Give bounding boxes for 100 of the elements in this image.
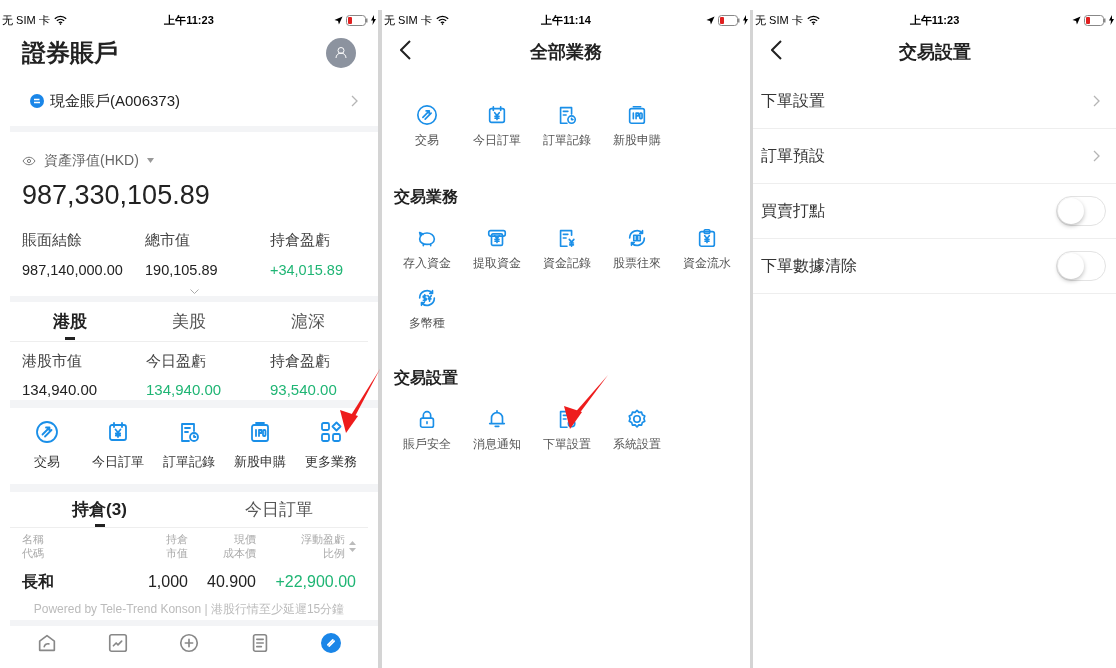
charging-bolt-icon (1109, 15, 1114, 25)
holdings-tab[interactable]: 持倉(3) (10, 492, 189, 527)
carrier-label: 无 SIM 卡 (2, 12, 50, 28)
summary-value: 93,540.00 (270, 379, 338, 400)
exchange-icon (35, 420, 60, 445)
asset-value: 987,330,105.89 (22, 179, 211, 212)
summary-label: 賬面結餘 (22, 230, 83, 250)
status-time: 上午11:14 (541, 12, 591, 28)
wifi-icon (53, 15, 67, 25)
settings-row[interactable]: 下單設置 (753, 74, 1116, 129)
market-tab[interactable]: 滬深 (248, 302, 368, 341)
market-tab[interactable]: 港股 (10, 302, 130, 341)
chevron-right-icon (1093, 95, 1100, 107)
feature-button[interactable]: 訂單記錄 (532, 104, 602, 150)
holdings-tab[interactable]: 今日訂單 (189, 492, 368, 527)
shortcut-button[interactable]: 新股申購 (224, 420, 296, 472)
section-title: 交易設置 (393, 367, 459, 388)
shortcut-button[interactable]: 訂單記錄 (153, 420, 225, 472)
wifi-icon (435, 15, 449, 25)
eye-icon (22, 155, 36, 166)
summary-label: 總市值 (145, 230, 191, 250)
back-icon (771, 40, 782, 60)
feature-button[interactable]: 提取資金 (462, 227, 532, 273)
battery-icon (346, 14, 368, 26)
battery-icon (1084, 14, 1106, 26)
document-box-icon (626, 104, 648, 126)
page-title: 全部業務 (530, 40, 602, 64)
summary-label: 持倉盈虧 (270, 230, 331, 250)
chevron-right-icon (1093, 150, 1100, 162)
back-icon (400, 40, 411, 60)
charging-bolt-icon (371, 15, 376, 25)
feature-button[interactable]: 消息通知 (462, 407, 532, 453)
add-icon (178, 632, 200, 654)
location-arrow-icon (706, 15, 715, 25)
status-time: 上午11:23 (909, 12, 960, 28)
summary-value: 190,105.89 (145, 260, 219, 280)
location-arrow-icon (334, 15, 343, 25)
table-cell-text: 長和 (22, 572, 55, 592)
feature-button[interactable]: 賬戶安全 (392, 407, 462, 453)
summary-label: 今日盈虧 (146, 351, 207, 371)
back-button[interactable] (771, 40, 782, 60)
setting-label: 買賣打點 (761, 201, 825, 221)
summary-value: 134,940.00 (146, 379, 223, 400)
clipboard-icon (696, 227, 718, 250)
feature-button[interactable]: 資金流水 (672, 227, 742, 273)
table-cell-text: +22,900.00 (274, 572, 356, 592)
status-time: 上午11:23 (164, 12, 214, 28)
carrier-label: 无 SIM 卡 (384, 12, 432, 28)
table-cell-text: 1,000 (146, 572, 188, 592)
settings-icon (626, 407, 648, 430)
market-tab[interactable]: 美股 (129, 302, 249, 341)
settings-row[interactable]: 訂單預設 (753, 129, 1116, 184)
column-header: 現價 成本價 (223, 532, 256, 560)
toggle-switch[interactable] (1056, 251, 1106, 281)
shortcut-button[interactable]: 交易 (12, 420, 83, 472)
feature-button[interactable]: 系統設置 (602, 407, 672, 453)
grid-icon (318, 420, 343, 445)
column-header: 浮動盈虧 比例 (301, 532, 345, 560)
shortcut-button[interactable]: 今日訂單 (82, 420, 154, 472)
summary-value: 987,140,000.00 (22, 260, 124, 280)
exchange-icon (319, 632, 342, 654)
battery-icon (718, 14, 740, 26)
wifi-icon (806, 15, 820, 25)
column-header: 持倉 市值 (166, 532, 188, 560)
account-icon (30, 94, 44, 108)
page-title: 證券賬戶 (22, 38, 118, 68)
sort-icon (349, 540, 356, 552)
feature-button[interactable]: 股票往來 (602, 227, 672, 273)
charging-bolt-icon (743, 15, 748, 25)
feature-button[interactable]: 多幣種 (392, 286, 462, 332)
location-arrow-icon (1072, 15, 1081, 25)
annotation-arrow (340, 369, 380, 433)
shortcut-button[interactable]: 更多業務 (295, 420, 366, 472)
summary-value: +34,015.89 (270, 260, 344, 280)
avatar-icon (326, 38, 356, 68)
calendar-icon (486, 104, 508, 126)
exchange-icon (416, 104, 438, 126)
back-button[interactable] (400, 40, 411, 60)
summary-value: 134,940.00 (22, 379, 99, 400)
bell-icon (486, 407, 508, 430)
section-title: 交易業務 (393, 187, 459, 208)
dropdown-caret-icon (146, 158, 154, 163)
table-cell-text: 40.900 (206, 572, 256, 592)
page-title: 交易設置 (898, 40, 971, 64)
carrier-label: 无 SIM 卡 (755, 12, 803, 28)
summary-label: 持倉盈虧 (270, 351, 331, 371)
column-header: 名稱 代碼 (22, 532, 44, 560)
feature-button[interactable]: 今日訂單 (462, 104, 532, 150)
feature-button[interactable]: 交易 (392, 104, 462, 150)
feature-button[interactable]: 資金記錄 (532, 227, 602, 273)
summary-label: 港股市值 (22, 351, 83, 371)
feature-button[interactable]: 新股申購 (602, 104, 672, 150)
chart-icon (107, 632, 130, 654)
feature-button[interactable]: 存入資金 (392, 227, 462, 273)
chevron-down-icon (190, 289, 199, 295)
chevron-right-icon (351, 95, 358, 107)
data-source-note: Powered by Tele-Trend Konson | 港股行情至少延遲15分鐘 (32, 601, 346, 618)
account-row[interactable]: 現金賬戶(A006373) (10, 76, 378, 126)
toggle-switch[interactable] (1056, 196, 1106, 226)
setting-label: 下單數據清除 (761, 256, 857, 276)
